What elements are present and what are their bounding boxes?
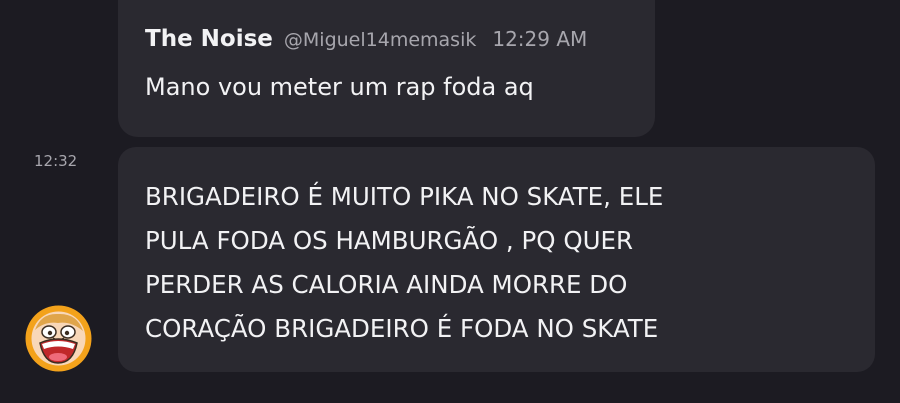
message-bubble[interactable]: BRIGADEIRO É MUITO PIKA NO SKATE, ELE PU… [118,147,875,372]
message-text-line: CORAÇÃO BRIGADEIRO É FODA NO SKATE [145,314,659,343]
message-bubble[interactable]: The Noise @Miguel14memasik 12:29 AM Mano… [118,0,655,137]
cartoon-face-avatar-icon [25,305,92,372]
message-header: The Noise @Miguel14memasik 12:29 AM [145,26,655,52]
message-text: Mano vou meter um rap foda aq [145,73,534,101]
author-handle[interactable]: @Miguel14memasik [284,29,476,51]
message-timestamp: 12:29 AM [492,27,588,51]
message-text-line: PULA FODA OS HAMBURGÃO , PQ QUER [145,226,634,255]
message-side-timestamp: 12:32 [34,152,78,170]
author-name[interactable]: The Noise [145,26,273,52]
message-text-line: PERDER AS CALORIA AINDA MORRE DO [145,270,628,299]
chat-view: The Noise @Miguel14memasik 12:29 AM Mano… [0,0,900,403]
message-text-line: BRIGADEIRO É MUITO PIKA NO SKATE, ELE [145,182,664,211]
avatar[interactable] [25,305,92,372]
message-text: BRIGADEIRO É MUITO PIKA NO SKATE, ELE PU… [145,175,875,351]
